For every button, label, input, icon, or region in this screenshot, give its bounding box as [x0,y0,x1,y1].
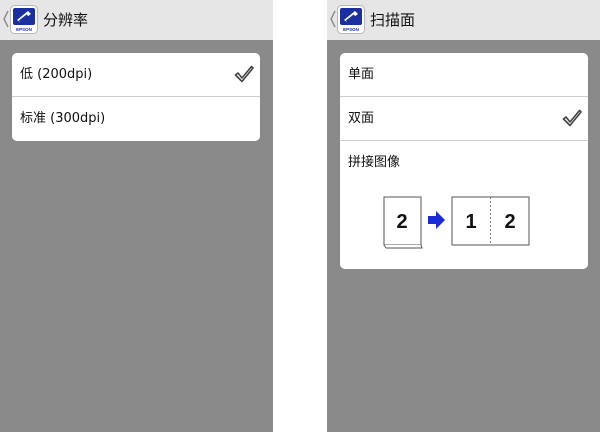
resolution-options-card: 低 (200dpi) 标准 (300dpi) [12,53,260,141]
source-page-icon: 2 [383,196,423,249]
resolution-screen: EPSON 分辨率 低 (200dpi) 标准 (300dpi) [0,0,273,432]
back-chevron-icon[interactable] [329,9,337,29]
option-double-sided[interactable]: 双面 [340,97,588,141]
back-chevron-icon[interactable] [2,9,10,29]
scan-side-options-card: 单面 双面 拼接图像 2 1 2 [340,53,588,269]
option-label: 低 (200dpi) [20,67,93,82]
page-title: 分辨率 [43,11,89,29]
source-page-number: 2 [396,211,407,233]
merge-images-label: 拼接图像 [348,155,401,170]
option-label: 双面 [348,111,375,126]
merge-illustration: 2 1 2 [383,196,530,249]
page-title: 扫描面 [370,11,416,29]
result-page-number: 1 [465,211,476,233]
option-low-200dpi[interactable]: 低 (200dpi) [12,53,260,97]
merge-images-option[interactable]: 拼接图像 2 1 2 [340,141,588,269]
svg-text:EPSON: EPSON [343,27,359,32]
app-header: EPSON 分辨率 [0,0,273,40]
checkmark-icon [562,109,582,127]
scan-side-screen: EPSON 扫描面 单面 双面 拼接图像 2 1 2 [327,0,600,432]
option-single-sided[interactable]: 单面 [340,53,588,97]
epson-logo[interactable]: EPSON [10,5,38,34]
app-header: EPSON 扫描面 [327,0,600,40]
option-standard-300dpi[interactable]: 标准 (300dpi) [12,97,260,141]
result-page-number: 2 [504,211,515,233]
option-label: 标准 (300dpi) [20,111,106,126]
merged-result-icon: 1 2 [451,196,530,246]
option-label: 单面 [348,67,375,82]
checkmark-icon [234,65,254,83]
arrow-right-icon [428,211,445,229]
svg-text:EPSON: EPSON [16,27,32,32]
epson-logo[interactable]: EPSON [337,5,365,34]
